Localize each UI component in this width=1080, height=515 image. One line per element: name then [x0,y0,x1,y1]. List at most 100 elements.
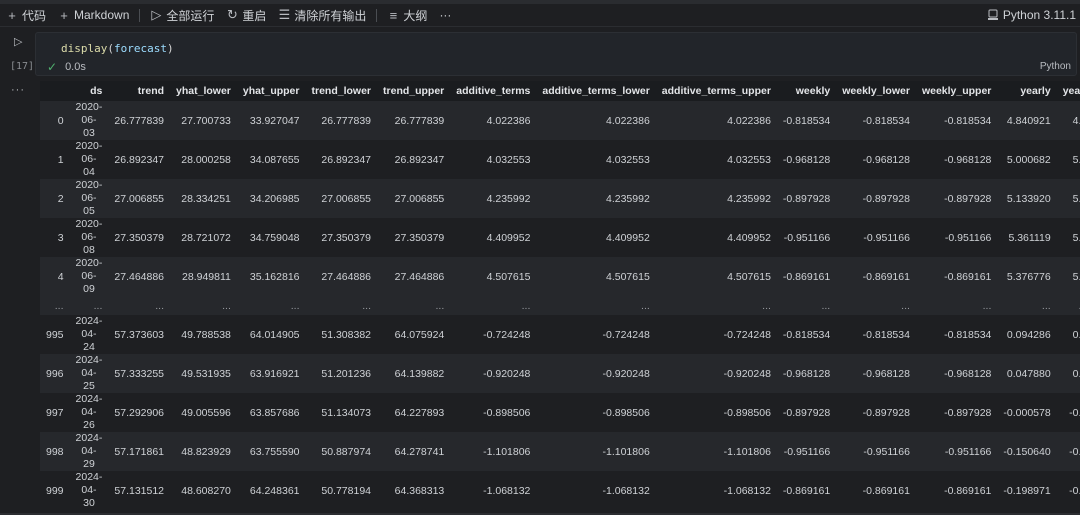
table-cell: 4.409952 [536,218,656,257]
add-code-button[interactable]: + 代码 [0,4,52,26]
table-cell: 26.892347 [377,140,451,179]
row-index: ... [40,296,70,315]
more-actions-button[interactable]: ··· [433,4,457,26]
cell-status: ✓ 0.0s [47,60,86,74]
table-cell: -0.869161 [836,257,916,296]
table-cell: -0.968128 [836,140,916,179]
code-function: display [61,42,108,55]
clear-outputs-button[interactable]: ☰ 清除所有输出 [272,4,372,26]
table-cell: 63.916921 [236,354,306,393]
table-cell: 0.0 [1056,354,1080,393]
table-cell: 57.171861 [108,432,171,471]
table-cell: -1.068132 [450,471,537,510]
table-row: 999 2024- 04- 30 57.131512 48.608270 64.248361… [40,471,1080,510]
table-cell: -0.951166 [915,218,998,257]
table-cell: 51.201236 [305,354,378,393]
table-cell: 49.531935 [170,354,237,393]
table-cell: 64.014905 [236,315,306,354]
run-all-label: 全部运行 [166,8,215,23]
table-cell: 35.162816 [236,257,306,296]
kernel-icon [987,9,998,20]
table-cell: 5.3 [1056,257,1080,296]
table-cell: 2024- 04- 29 [69,432,109,471]
table-cell: -0.897928 [836,393,916,432]
table-cell: 4.235992 [536,179,656,218]
more-label: ··· [439,8,452,22]
table-cell: 2020- 06- 03 [69,101,109,140]
table-cell: 27.464886 [305,257,378,296]
table-cell: -0.897928 [776,393,837,432]
table-cell: -0.968128 [915,354,998,393]
restart-button[interactable]: ↻ 重启 [220,4,272,26]
table-cell: 64.248361 [236,471,306,510]
table-cell: 57.292906 [108,393,171,432]
table-cell: 0.047880 [997,354,1057,393]
table-cell: -0.897928 [836,179,916,218]
table-cell: -0.897928 [915,393,998,432]
column-header: weekly_lower [836,81,916,101]
table-cell: -0.818534 [915,315,998,354]
table-cell: ... [997,296,1057,315]
table-row: 995 2024- 04- 24 57.373603 49.788538 64.014905… [40,315,1080,354]
table-cell: ... [69,296,109,315]
kernel-picker[interactable]: Python 3.11.1 [987,4,1076,26]
table-cell: 26.777839 [108,101,171,140]
code-editor[interactable]: display(forecast) [35,32,1077,76]
column-header: ds [69,81,109,101]
table-cell: 26.777839 [305,101,378,140]
table-cell: -0.818534 [836,315,916,354]
table-cell: ... [377,296,451,315]
table-cell: -0.968128 [776,140,837,179]
table-cell: 4.022386 [655,101,777,140]
table-cell: -0.898506 [655,393,777,432]
table-cell: 57.333255 [108,354,171,393]
run-all-icon: ▷ [151,7,162,22]
table-cell: 64.075924 [377,315,451,354]
table-cell: -0.920248 [450,354,537,393]
cell-language[interactable]: Python [1040,61,1071,72]
run-all-button[interactable]: ▷ 全部运行 [144,4,220,26]
output-more-button[interactable]: ··· [11,84,25,96]
row-index: 996 [40,354,70,393]
table-cell: 26.892347 [305,140,378,179]
table-cell: -0.951166 [776,218,837,257]
column-header: yearl [1056,81,1080,101]
table-cell: 4.409952 [450,218,537,257]
table-cell: 4.235992 [450,179,537,218]
table-cell: 4.022386 [536,101,656,140]
table-cell: 28.949811 [170,257,237,296]
column-header: yearly [997,81,1057,101]
table-row: 2 2020- 06- 05 27.006855 28.334251 34.206985 27… [40,179,1080,218]
ellipsis-row: ........................................… [40,296,1080,315]
table-cell: -0.818534 [776,315,837,354]
list-icon: ≡ [389,7,398,23]
table-cell: 4.507615 [655,257,777,296]
outline-button[interactable]: ≡ 大纲 [381,4,433,26]
table-cell: ... [170,296,237,315]
table-cell: -0.897928 [915,179,998,218]
table-cell: ... [305,296,378,315]
table-cell: 0.0 [1056,315,1080,354]
add-code-label: 代码 [22,8,47,23]
table-cell: -0.951166 [836,432,916,471]
table-cell: -0.869161 [776,257,837,296]
table-cell: 5.3 [1056,218,1080,257]
table-cell: 4.840921 [997,101,1057,140]
table-cell: 27.006855 [108,179,171,218]
add-markdown-label: Markdown [74,8,130,22]
table-cell: -1.068132 [655,471,777,510]
table-cell: 33.927047 [236,101,306,140]
row-index: 2 [40,179,70,218]
table-cell: 50.778194 [305,471,378,510]
table-row: 997 2024- 04- 26 57.292906 49.005596 63.857686… [40,393,1080,432]
table-cell: -0.897928 [776,179,837,218]
table-cell: -0.869161 [915,471,998,510]
table-cell: ... [776,296,837,315]
table-cell: 5.133920 [997,179,1057,218]
table-cell: -0.968128 [776,354,837,393]
table-cell: 27.350379 [108,218,171,257]
run-cell-icon[interactable]: ▷ [14,36,26,48]
table-cell: 49.788538 [170,315,237,354]
add-markdown-button[interactable]: + Markdown [52,4,135,26]
table-cell: 51.134073 [305,393,378,432]
